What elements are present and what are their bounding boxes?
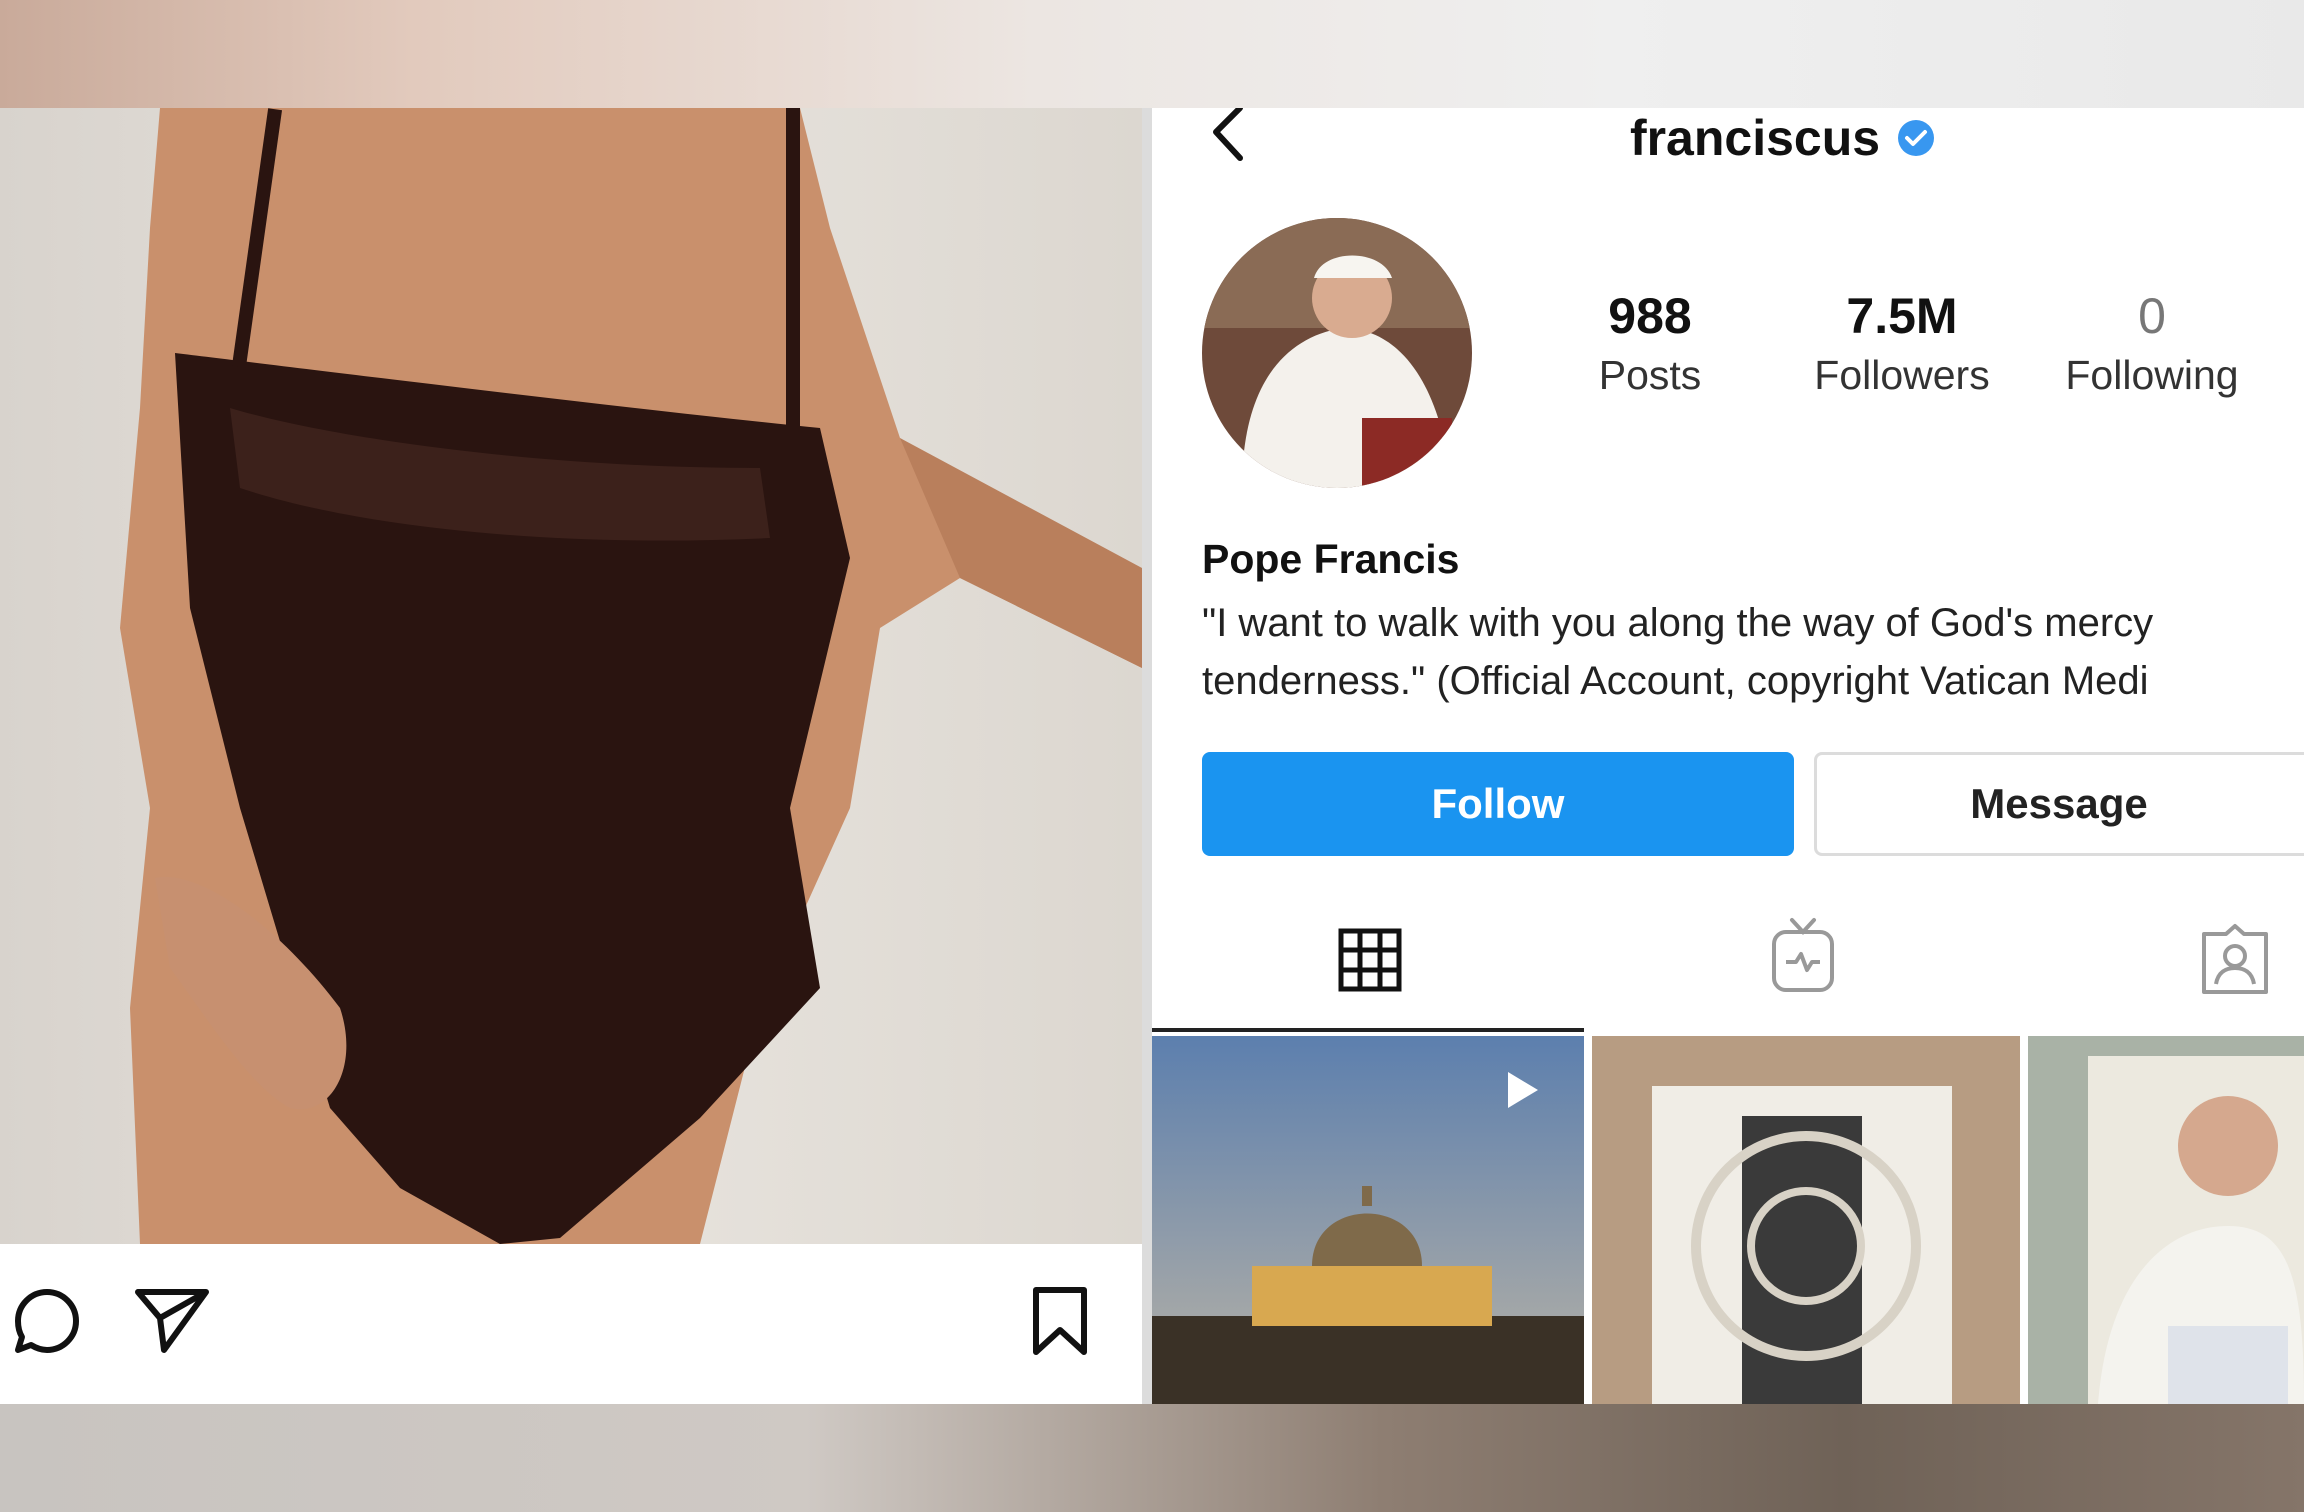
post-thumbnail[interactable] (2028, 1036, 2304, 1404)
blurred-backdrop-bottom (0, 1404, 2304, 1512)
blurred-backdrop-top (0, 0, 2304, 108)
post-thumbnail[interactable] (1592, 1036, 2020, 1404)
profile-display-name: Pope Francis (1202, 536, 1460, 582)
panel-divider (1142, 108, 1152, 1404)
post-thumbnail[interactable] (1152, 1036, 1584, 1404)
grid-icon[interactable] (1338, 928, 1402, 992)
username: franciscus (1629, 110, 1881, 166)
igtv-icon[interactable] (1770, 916, 1836, 994)
profile-header: franciscus (1152, 108, 2304, 168)
stat-label: Posts (1598, 352, 1702, 398)
stat-value: 7.5M (1846, 288, 1958, 344)
stat-label: Following (2065, 352, 2239, 398)
stat-label: Followers (1814, 352, 1990, 398)
bookmark-icon[interactable] (1030, 1284, 1090, 1358)
stat-following[interactable]: 0 Following (2032, 286, 2272, 402)
stat-posts[interactable]: 988 Posts (1530, 286, 1770, 402)
profile-bio: "I want to walk with you along the way o… (1202, 594, 2304, 710)
bio-line-1: "I want to walk with you along the way o… (1202, 601, 2154, 645)
tagged-icon[interactable] (2200, 922, 2270, 996)
stat-followers[interactable]: 7.5M Followers (1782, 286, 2022, 402)
post-panel (0, 108, 1142, 1404)
active-tab-indicator (1152, 1028, 1584, 1032)
profile-avatar[interactable] (1202, 218, 1472, 488)
comment-icon[interactable] (12, 1286, 82, 1356)
verified-badge-icon (1898, 120, 1935, 156)
bio-line-2: tenderness." (Official Account, copyrigh… (1202, 659, 2149, 703)
message-button[interactable]: Message (1814, 752, 2304, 856)
stat-value: 0 (2138, 288, 2166, 344)
post-photo[interactable] (0, 108, 1142, 1244)
follow-button[interactable]: Follow (1202, 752, 1794, 856)
stat-value: 988 (1608, 288, 1692, 344)
post-action-bar (0, 1244, 1142, 1404)
send-icon[interactable] (132, 1284, 212, 1356)
profile-panel: franciscus 988 Posts 7.5M Followers 0 Fo… (1152, 108, 2304, 1404)
